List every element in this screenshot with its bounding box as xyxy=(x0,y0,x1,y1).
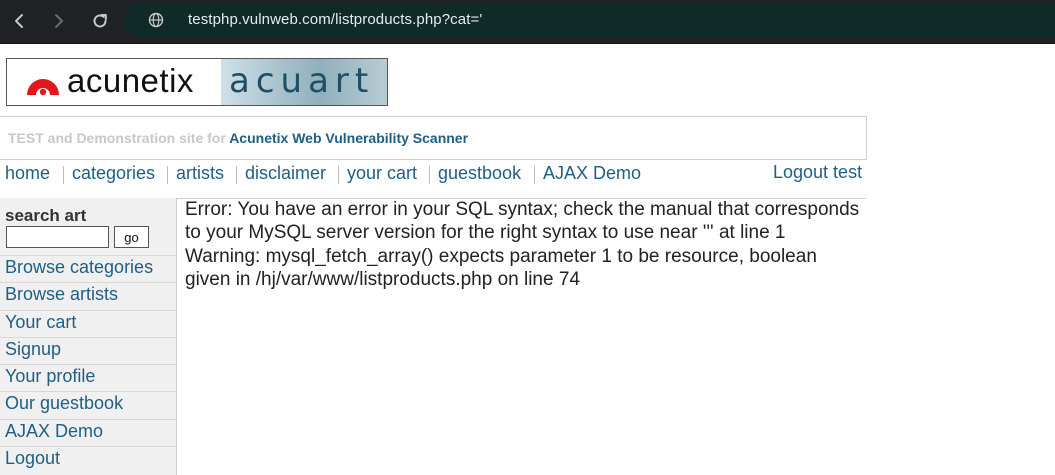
nav-separator xyxy=(338,166,339,184)
site-logo[interactable]: acunetix acuart xyxy=(6,58,388,106)
search-title: search art xyxy=(5,206,87,225)
nav-separator xyxy=(167,166,168,184)
reload-icon xyxy=(93,14,107,28)
back-arrow-icon xyxy=(15,14,23,28)
sidebar-item-label[interactable]: AJAX Demo xyxy=(5,421,103,442)
sidebar-item-label[interactable]: Our guestbook xyxy=(5,393,123,414)
sidebar-item-ajax-demo[interactable]: AJAX Demo xyxy=(0,419,176,447)
back-button[interactable] xyxy=(5,8,33,34)
tagline-bar: TEST and Demonstration site for Acunetix… xyxy=(0,116,867,160)
nav-separator xyxy=(429,166,430,184)
search-input[interactable] xyxy=(6,226,109,248)
acunetix-logo: acunetix xyxy=(7,59,221,105)
top-navigation: home categories artists disclaimer your … xyxy=(0,160,866,199)
reload-button[interactable] xyxy=(86,8,114,34)
tagline: TEST and Demonstration site for Acunetix… xyxy=(8,130,468,146)
nav-your-cart[interactable]: your cart xyxy=(347,163,417,184)
tagline-scanner-link[interactable]: Acunetix Web Vulnerability Scanner xyxy=(229,130,468,146)
forward-button[interactable] xyxy=(45,8,73,34)
url-text[interactable]: testphp.vulnweb.com/listproducts.php?cat… xyxy=(188,11,482,28)
sidebar-item-logout[interactable]: Logout xyxy=(0,446,176,474)
nav-separator xyxy=(63,166,64,184)
nav-artists[interactable]: artists xyxy=(176,163,224,184)
logo-right-text: acuart xyxy=(229,61,375,101)
nav-guestbook[interactable]: guestbook xyxy=(438,163,521,184)
sidebar-item-your-profile[interactable]: Your profile xyxy=(0,364,176,392)
logo-left-text: acunetix xyxy=(67,62,194,99)
nav-separator xyxy=(236,166,237,184)
search-go-button[interactable]: go xyxy=(114,226,149,248)
forward-arrow-icon xyxy=(55,14,63,28)
nav-categories[interactable]: categories xyxy=(72,163,155,184)
sidebar: search art go Browse categories Browse a… xyxy=(0,198,177,475)
sidebar-item-label[interactable]: Browse categories xyxy=(5,257,153,278)
nav-home[interactable]: home xyxy=(5,163,50,184)
acunetix-logo-icon xyxy=(27,79,59,96)
sql-error-message: Error: You have an error in your SQL syn… xyxy=(185,199,860,290)
sidebar-item-label[interactable]: Logout xyxy=(5,448,60,469)
sidebar-item-label[interactable]: Your profile xyxy=(5,366,95,387)
sidebar-item-browse-artists[interactable]: Browse artists xyxy=(0,282,176,310)
sidebar-item-label[interactable]: Signup xyxy=(5,339,61,360)
sidebar-item-label[interactable]: Your cart xyxy=(5,312,76,333)
tagline-prefix: TEST and Demonstration site for xyxy=(8,130,226,146)
sidebar-item-label[interactable]: Browse artists xyxy=(5,284,118,305)
web-page: acunetix acuart TEST and Demonstration s… xyxy=(0,43,1055,475)
nav-ajax-demo[interactable]: AJAX Demo xyxy=(543,163,641,184)
site-info-icon[interactable] xyxy=(148,12,164,28)
sidebar-item-your-cart[interactable]: Your cart xyxy=(0,310,176,338)
browser-toolbar: testphp.vulnweb.com/listproducts.php?cat… xyxy=(0,0,1055,44)
sidebar-item-browse-categories[interactable]: Browse categories xyxy=(0,255,176,283)
nav-separator xyxy=(534,166,535,184)
sidebar-item-signup[interactable]: Signup xyxy=(0,337,176,365)
nav-logout[interactable]: Logout test xyxy=(773,162,862,183)
sidebar-item-our-guestbook[interactable]: Our guestbook xyxy=(0,391,176,419)
address-bar[interactable]: testphp.vulnweb.com/listproducts.php?cat… xyxy=(124,3,1055,37)
nav-disclaimer[interactable]: disclaimer xyxy=(245,163,326,184)
acuart-logo: acuart xyxy=(221,59,387,105)
